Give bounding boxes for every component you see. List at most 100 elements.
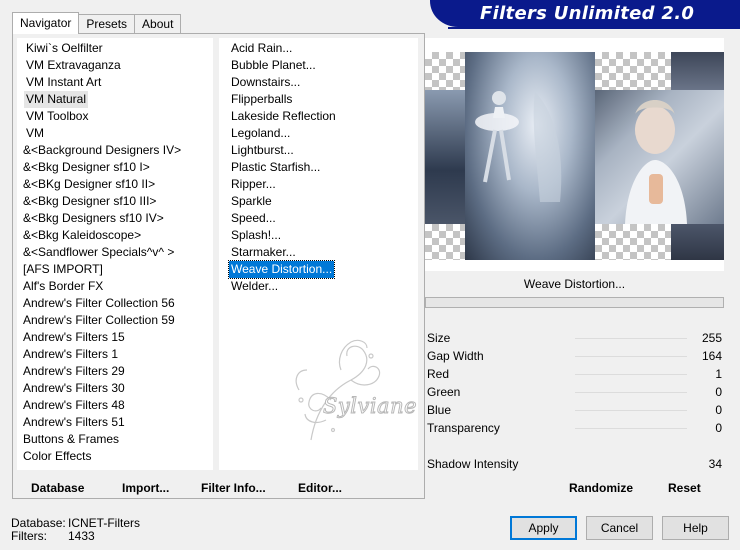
filter-item[interactable]: Plastic Starfish...: [229, 159, 322, 176]
filter-item[interactable]: Acid Rain...: [229, 40, 294, 57]
preview-image-ballerina: [465, 52, 595, 260]
randomize-button[interactable]: Randomize: [569, 481, 633, 495]
param-slider-track[interactable]: [575, 428, 687, 429]
category-item[interactable]: VM: [24, 125, 46, 142]
param-green[interactable]: Green 0: [425, 383, 724, 401]
progress-bar: [425, 297, 724, 308]
filter-list[interactable]: Acid Rain... Bubble Planet... Downstairs..…: [219, 38, 418, 470]
param-slider-track[interactable]: [575, 356, 687, 357]
filter-item[interactable]: Weave Distortion...: [227, 260, 336, 279]
category-item[interactable]: VM Extravaganza: [24, 57, 123, 74]
param-name: Green: [427, 385, 461, 399]
category-list[interactable]: Kiwi`s Oelfilter VM Extravaganza VM Instan…: [17, 38, 213, 470]
preview-image-top-right: [671, 52, 724, 90]
apply-button[interactable]: Apply: [510, 516, 577, 540]
preview-transparent-tr: [595, 52, 671, 90]
filter-item[interactable]: Ripper...: [229, 176, 278, 193]
category-item[interactable]: Andrew's Filter Collection 56: [21, 295, 177, 312]
filter-item[interactable]: Sparkle: [229, 193, 274, 210]
database-label: Database:: [11, 516, 66, 530]
category-item[interactable]: &<Bkg Kaleidoscope>: [21, 227, 143, 244]
category-item[interactable]: Kiwi`s Oelfilter: [24, 40, 105, 57]
param-name: Gap Width: [427, 349, 484, 363]
tab-presets[interactable]: Presets: [78, 14, 136, 34]
database-value: ICNET-Filters: [68, 516, 140, 530]
help-button[interactable]: Help: [662, 516, 729, 540]
param-slider-track[interactable]: [575, 374, 687, 375]
param-slider-track[interactable]: [575, 338, 687, 339]
preview-area: [425, 38, 724, 271]
category-item[interactable]: VM Instant Art: [24, 74, 103, 91]
tab-navigator[interactable]: Navigator: [12, 12, 80, 34]
tab-strip: Navigator Presets About: [12, 12, 182, 34]
category-item[interactable]: Andrew's Filters 51: [21, 414, 127, 431]
reset-button[interactable]: Reset: [668, 481, 701, 495]
filter-item[interactable]: Legoland...: [229, 125, 292, 142]
category-item[interactable]: Andrew's Filters 48: [21, 397, 127, 414]
category-item[interactable]: &<Bkg Designer sf10 I>: [21, 159, 152, 176]
param-slider-track[interactable]: [575, 392, 687, 393]
editor-button[interactable]: Editor...: [298, 481, 342, 495]
category-item[interactable]: Andrew's Filter Collection 59: [21, 312, 177, 329]
category-item[interactable]: VM Toolbox: [24, 108, 90, 125]
filter-item[interactable]: Welder...: [229, 278, 280, 295]
filters-count: 1433: [68, 529, 95, 543]
filter-item[interactable]: Speed...: [229, 210, 278, 227]
param-value: 164: [701, 349, 722, 363]
category-item[interactable]: &<Background Designers IV>: [21, 142, 183, 159]
param-transparency[interactable]: Transparency 0: [425, 419, 724, 437]
category-item[interactable]: &<Sandflower Specials^v^ >: [21, 244, 176, 261]
selected-filter-name: Weave Distortion...: [425, 273, 724, 295]
param-slider-track[interactable]: [575, 410, 687, 411]
preview-transparent-br: [595, 224, 671, 260]
filter-item[interactable]: Starmaker...: [229, 244, 298, 261]
preview-image-portrait: [595, 90, 724, 224]
param-value: 0: [715, 403, 722, 417]
category-item[interactable]: &<Bkg Designer sf10 III>: [21, 193, 158, 210]
param-value: 34: [708, 457, 722, 471]
category-item[interactable]: Andrew's Filters 15: [21, 329, 127, 346]
preview-transparent-tl: [425, 52, 465, 90]
watermark-ornament: [295, 339, 381, 441]
param-value: 0: [715, 385, 722, 399]
category-item[interactable]: Buttons & Frames: [21, 431, 121, 448]
category-item[interactable]: Color Effects: [21, 448, 93, 465]
preview-transparent-bl: [425, 224, 465, 260]
category-item[interactable]: [AFS IMPORT]: [21, 261, 105, 278]
param-value: 0: [715, 421, 722, 435]
param-name: Size: [427, 331, 451, 345]
filters-label: Filters:: [11, 529, 47, 543]
param-name: Blue: [427, 403, 452, 417]
category-item[interactable]: &<Bkg Designers sf10 IV>: [21, 210, 166, 227]
category-item[interactable]: &<BKg Designer sf10 II>: [21, 176, 157, 193]
param-value: 255: [701, 331, 722, 345]
tab-about[interactable]: About: [134, 14, 182, 34]
param-blue[interactable]: Blue 0: [425, 401, 724, 419]
param-name: Transparency: [427, 421, 500, 435]
filter-item[interactable]: Lightburst...: [229, 142, 296, 159]
filter-item[interactable]: Lakeside Reflection: [229, 108, 338, 125]
filter-item[interactable]: Bubble Planet...: [229, 57, 318, 74]
category-item[interactable]: Andrew's Filters 1: [21, 346, 120, 363]
param-name: Shadow Intensity: [427, 457, 519, 471]
param-gap-width[interactable]: Gap Width 164: [425, 347, 724, 365]
import-button[interactable]: Import...: [122, 481, 169, 495]
filter-item[interactable]: Downstairs...: [229, 74, 302, 91]
banner-title: Filters Unlimited 2.0: [480, 3, 695, 24]
param-value: 1: [715, 367, 722, 381]
category-item[interactable]: Andrew's Filters 29: [21, 363, 127, 380]
param-shadow-intensity[interactable]: Shadow Intensity 34: [425, 455, 724, 473]
param-red[interactable]: Red 1: [425, 365, 724, 383]
filter-info-button[interactable]: Filter Info...: [201, 481, 266, 495]
preview-image-bottom-right: [671, 224, 724, 260]
category-item[interactable]: Andrew's Filters 30: [21, 380, 127, 397]
filter-item[interactable]: Flipperballs: [229, 91, 294, 108]
category-item[interactable]: Alf's Border FX: [21, 278, 105, 295]
title-banner: Filters Unlimited 2.0: [430, 0, 740, 30]
param-size[interactable]: Size 255: [425, 329, 724, 347]
category-item[interactable]: VM Natural: [24, 91, 89, 108]
cancel-button[interactable]: Cancel: [586, 516, 653, 540]
database-button[interactable]: Database: [31, 481, 84, 495]
filter-item[interactable]: Splash!...: [229, 227, 283, 244]
param-name: Red: [427, 367, 450, 381]
